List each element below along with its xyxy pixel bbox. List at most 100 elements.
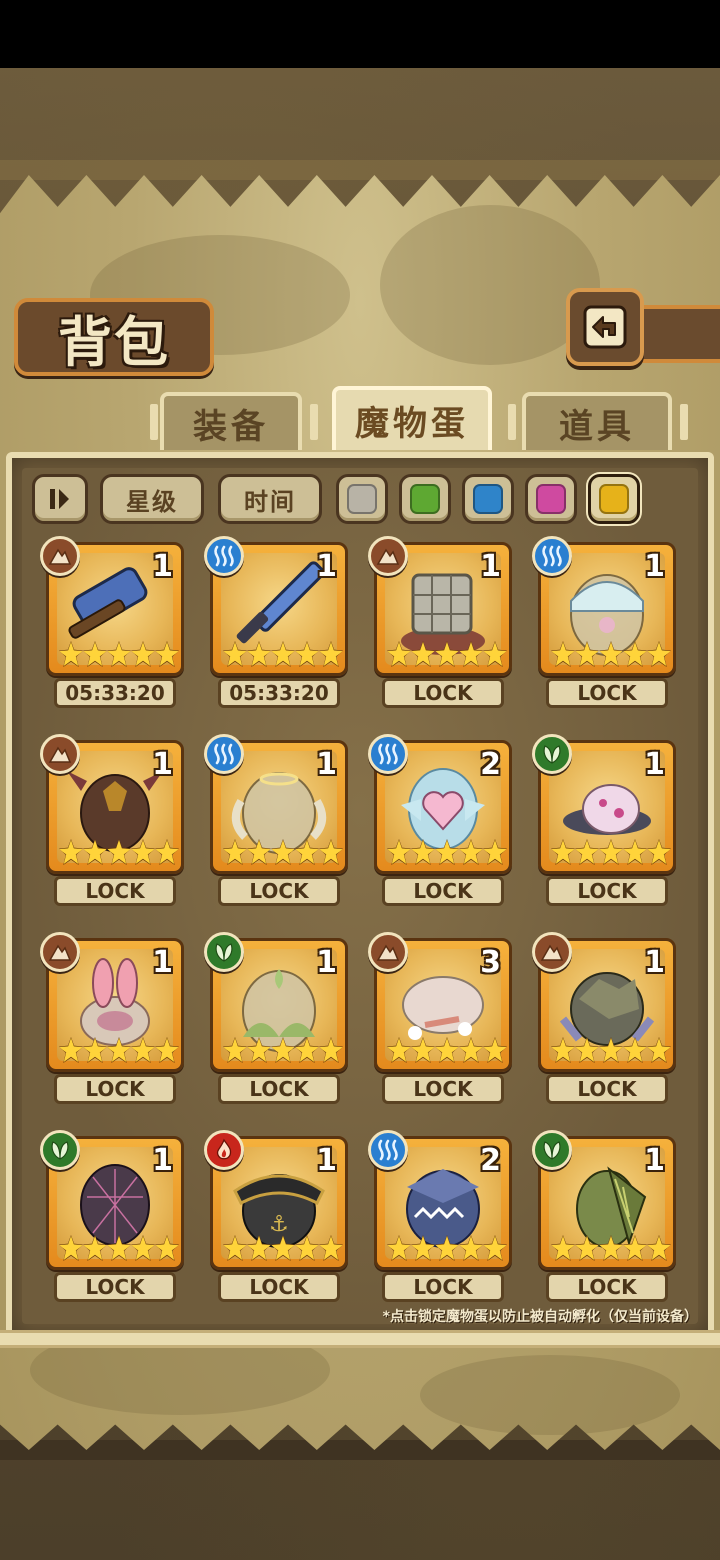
filter-green-button[interactable]	[399, 474, 451, 524]
filter-pink-button[interactable]	[525, 474, 577, 524]
egg-card[interactable]: ⚓ 1 LOCK	[204, 1130, 348, 1304]
egg-card[interactable]: 1 LOCK	[368, 536, 512, 710]
egg-card[interactable]: 1 LOCK	[532, 932, 676, 1106]
filter-gray-button[interactable]	[336, 474, 388, 524]
egg-card[interactable]: 1 LOCK	[204, 932, 348, 1106]
lock-toggle[interactable]: LOCK	[382, 1272, 504, 1302]
wood-element-icon	[204, 932, 244, 972]
egg-card[interactable]: 2 LOCK	[368, 1130, 512, 1304]
water-element-icon	[368, 734, 408, 774]
star-rating	[387, 1037, 507, 1067]
lock-toggle[interactable]: LOCK	[382, 678, 504, 708]
back-button[interactable]	[566, 288, 644, 366]
lock-toggle[interactable]: LOCK	[546, 1074, 668, 1104]
hatch-timer: 05:33:20	[218, 678, 340, 708]
egg-card[interactable]: 1 LOCK	[532, 1130, 676, 1304]
sort-by-star-button[interactable]: 星级	[100, 474, 204, 524]
egg-tag-label: LOCK	[577, 1077, 637, 1101]
star-icon	[223, 1037, 247, 1063]
star-icon	[247, 1037, 271, 1063]
star-icon	[483, 1037, 507, 1063]
page-title: 背包	[58, 309, 170, 374]
star-icon	[551, 839, 575, 865]
star-icon	[155, 1037, 179, 1063]
star-icon	[623, 839, 647, 865]
star-rating	[387, 1235, 507, 1265]
star-icon	[271, 839, 295, 865]
tab-monster-eggs[interactable]: 魔物蛋	[332, 386, 492, 450]
star-icon	[59, 1235, 83, 1261]
lock-toggle[interactable]: LOCK	[54, 1272, 176, 1302]
lock-toggle[interactable]: LOCK	[382, 876, 504, 906]
egg-card[interactable]: 1 05:33:20	[204, 536, 348, 710]
tab-items[interactable]: 道具	[522, 392, 672, 450]
egg-card[interactable]: 3 LOCK	[368, 932, 512, 1106]
star-icon	[271, 641, 295, 667]
star-icon	[483, 641, 507, 667]
status-bar	[0, 0, 720, 68]
egg-count: 3	[480, 945, 501, 980]
egg-count: 1	[152, 1143, 173, 1178]
tab-label: 道具	[559, 406, 635, 447]
water-element-icon	[532, 536, 572, 576]
star-rating	[551, 641, 671, 671]
earth-element-icon	[368, 536, 408, 576]
egg-tag-label: 05:33:20	[65, 681, 165, 705]
lock-toggle[interactable]: LOCK	[54, 1074, 176, 1104]
egg-card[interactable]: 1 LOCK	[204, 734, 348, 908]
star-icon	[459, 641, 483, 667]
lock-toggle[interactable]: LOCK	[218, 1272, 340, 1302]
star-icon	[647, 1037, 671, 1063]
tab-divider	[508, 404, 516, 440]
filter-blue-button[interactable]	[462, 474, 514, 524]
earth-element-icon	[40, 536, 80, 576]
lock-toggle[interactable]: LOCK	[546, 678, 668, 708]
filter-gold-button[interactable]	[588, 474, 640, 524]
lock-toggle[interactable]: LOCK	[218, 876, 340, 906]
star-icon	[107, 1037, 131, 1063]
egg-card[interactable]: 2 LOCK	[368, 734, 512, 908]
star-icon	[599, 839, 623, 865]
star-icon	[59, 641, 83, 667]
egg-card[interactable]: 1 LOCK	[532, 536, 676, 710]
egg-count: 2	[480, 747, 501, 782]
egg-card[interactable]: 1 LOCK	[40, 734, 184, 908]
panel-rail	[0, 1330, 720, 1348]
egg-card[interactable]: 1 05:33:20	[40, 536, 184, 710]
background-stripe	[0, 160, 720, 180]
star-icon	[411, 1235, 435, 1261]
egg-card[interactable]: 1 LOCK	[40, 932, 184, 1106]
sort-order-button[interactable]	[32, 474, 88, 524]
sort-by-time-button[interactable]: 时间	[218, 474, 322, 524]
water-element-icon	[204, 734, 244, 774]
star-icon	[575, 641, 599, 667]
egg-tag-label: LOCK	[85, 1077, 145, 1101]
star-icon	[131, 1037, 155, 1063]
egg-tag-label: 05:33:20	[229, 681, 329, 705]
egg-count: 1	[644, 945, 665, 980]
star-icon	[575, 1235, 599, 1261]
lock-toggle[interactable]: LOCK	[54, 876, 176, 906]
wood-element-icon	[532, 1130, 572, 1170]
lock-toggle[interactable]: LOCK	[546, 1272, 668, 1302]
egg-tag-label: LOCK	[577, 1275, 637, 1299]
gold-swatch	[599, 484, 629, 514]
egg-tag-label: LOCK	[249, 1077, 309, 1101]
lock-toggle[interactable]: LOCK	[218, 1074, 340, 1104]
star-icon	[575, 839, 599, 865]
star-icon	[599, 1037, 623, 1063]
egg-card[interactable]: 1 LOCK	[532, 734, 676, 908]
tab-label: 装备	[193, 406, 269, 447]
egg-count: 1	[316, 945, 337, 980]
egg-tag-label: LOCK	[249, 879, 309, 903]
star-icon	[387, 641, 411, 667]
tab-equipment[interactable]: 装备	[160, 392, 302, 450]
lock-toggle[interactable]: LOCK	[382, 1074, 504, 1104]
star-rating	[223, 1235, 343, 1265]
egg-tag-label: LOCK	[85, 879, 145, 903]
egg-tag-label: LOCK	[413, 1275, 473, 1299]
egg-count: 1	[644, 747, 665, 782]
star-icon	[575, 1037, 599, 1063]
egg-card[interactable]: 1 LOCK	[40, 1130, 184, 1304]
lock-toggle[interactable]: LOCK	[546, 876, 668, 906]
